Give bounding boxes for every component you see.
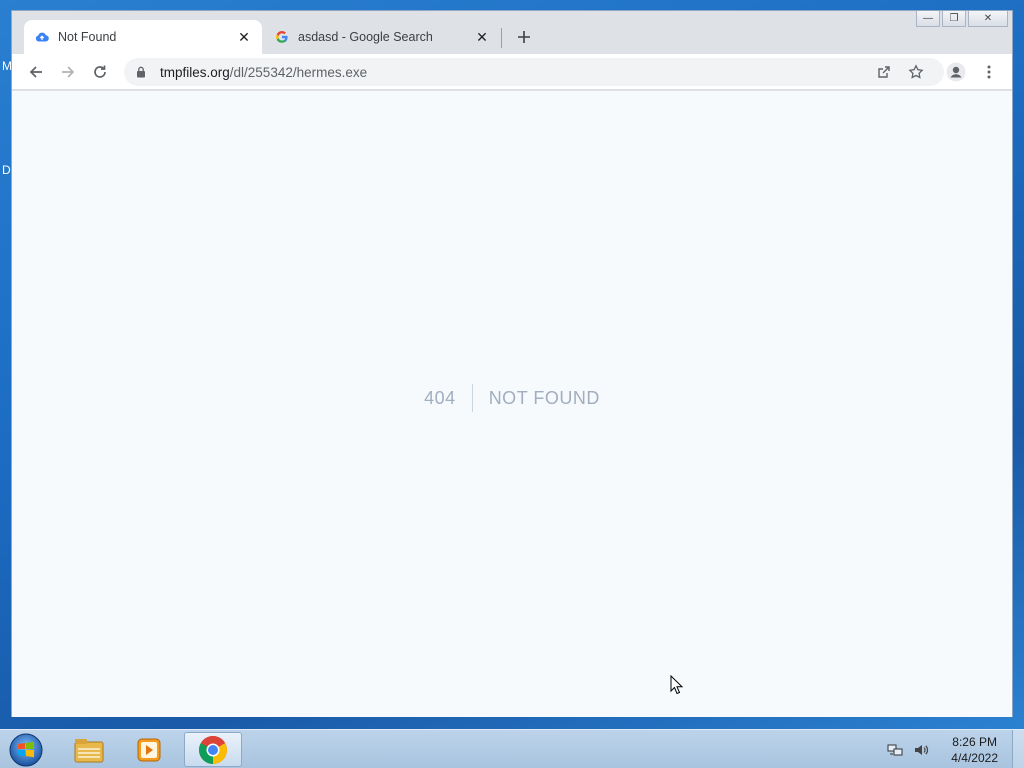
tab-title: asdasd - Google Search (298, 30, 433, 44)
windows-explorer-icon (74, 738, 104, 762)
lock-icon[interactable] (136, 65, 150, 79)
taskbar-media-player[interactable] (120, 732, 178, 767)
taskbar-explorer[interactable] (60, 732, 118, 767)
network-icon[interactable] (885, 740, 905, 760)
desktop-icon-label-fragment: D (2, 163, 11, 177)
browser-window: Not Found ✕ asdasd - Google Search ✕ — ❐… (11, 10, 1013, 717)
back-button[interactable] (22, 58, 50, 86)
clock[interactable]: 8:26 PM 4/4/2022 (951, 734, 998, 766)
close-window-button[interactable]: ✕ (968, 11, 1008, 27)
new-tab-button[interactable] (512, 25, 536, 49)
taskbar-chrome[interactable] (184, 732, 242, 767)
arrow-right-icon (62, 66, 75, 78)
profile-button[interactable] (942, 58, 970, 86)
browser-toolbar: tmpfiles.org/dl/255342/hermes.exe (12, 54, 1012, 90)
reload-button[interactable] (86, 58, 114, 86)
more-vert-icon (987, 65, 991, 79)
start-button[interactable] (6, 731, 46, 768)
restore-button[interactable]: ❐ (942, 11, 966, 27)
plus-icon (518, 31, 530, 43)
error-message: NOT FOUND (488, 388, 600, 408)
arrow-left-icon (29, 66, 42, 78)
tab-close-icon[interactable]: ✕ (474, 29, 490, 45)
clock-date: 4/4/2022 (951, 750, 998, 765)
cloud-upload-icon (34, 29, 50, 45)
share-icon (878, 66, 890, 78)
media-player-icon (137, 738, 161, 761)
not-found-message: 404 NOT FOUND (424, 384, 600, 412)
volume-icon[interactable] (911, 740, 931, 760)
tab-separator (501, 28, 502, 48)
show-desktop-button[interactable] (1012, 730, 1024, 768)
mouse-cursor-icon (670, 675, 684, 695)
chrome-icon (199, 735, 227, 764)
forward-button[interactable] (54, 58, 82, 86)
clock-time: 8:26 PM (952, 734, 997, 749)
google-g-icon (274, 29, 290, 45)
bookmark-button[interactable] (902, 58, 930, 86)
tab-google-search[interactable]: asdasd - Google Search ✕ (264, 20, 500, 54)
avatar-icon (946, 62, 966, 82)
star-icon (908, 64, 924, 79)
error-code: 404 (424, 384, 473, 412)
page-content: 404 NOT FOUND (12, 91, 1012, 717)
tab-close-icon[interactable]: ✕ (236, 29, 252, 45)
system-tray: 8:26 PM 4/4/2022 (885, 730, 1024, 768)
url-host: tmpfiles.org (160, 64, 230, 80)
taskbar: 8:26 PM 4/4/2022 (0, 729, 1024, 768)
share-button[interactable] (870, 58, 898, 86)
tab-strip: Not Found ✕ asdasd - Google Search ✕ — ❐… (12, 11, 1012, 54)
url-path: /dl/255342/hermes.exe (229, 64, 368, 80)
address-bar[interactable]: tmpfiles.org/dl/255342/hermes.exe (124, 58, 944, 86)
tab-title: Not Found (58, 30, 117, 44)
url-text: tmpfiles.org/dl/255342/hermes.exe (160, 65, 367, 80)
reload-icon (94, 65, 106, 78)
windows-logo-icon (9, 733, 43, 766)
minimize-button[interactable]: — (916, 11, 940, 27)
window-controls: — ❐ ✕ (916, 11, 1008, 27)
tab-not-found[interactable]: Not Found ✕ (24, 20, 262, 54)
menu-button[interactable] (975, 58, 1003, 86)
